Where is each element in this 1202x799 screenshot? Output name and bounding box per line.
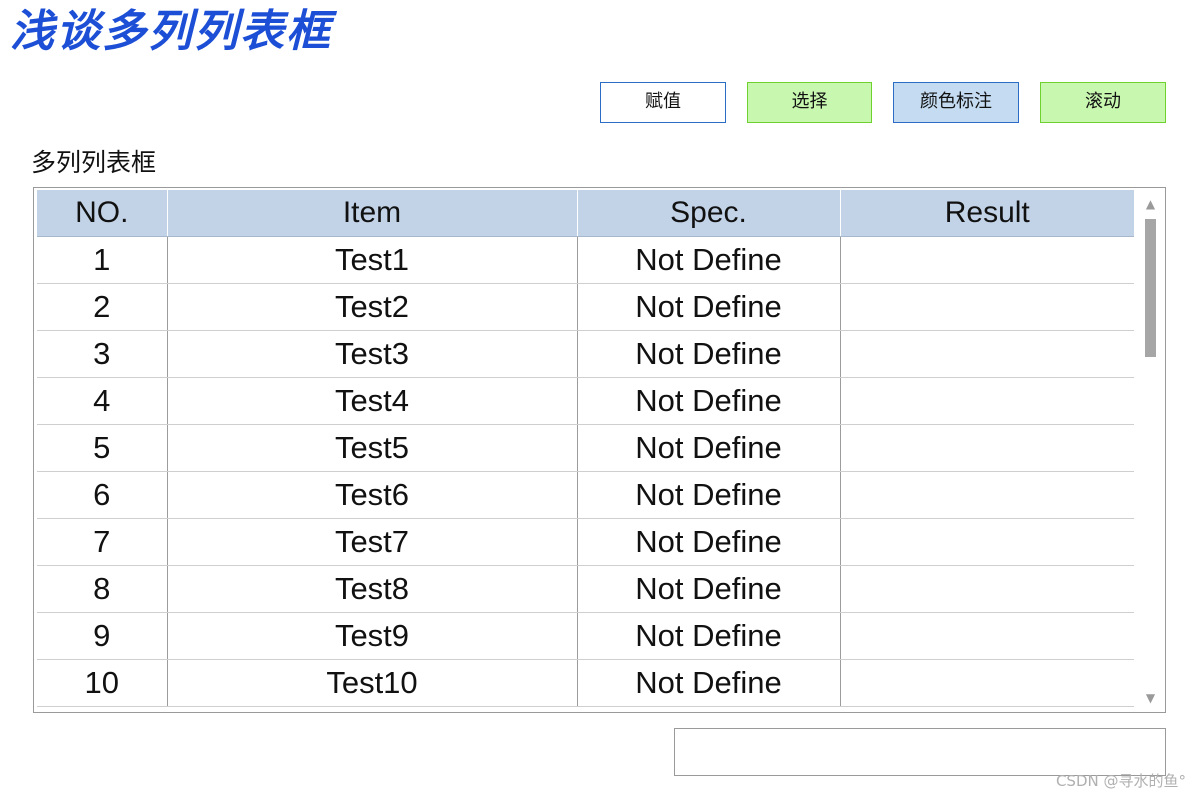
cell-no: 3 (37, 330, 168, 378)
select-button[interactable]: 选择 (747, 82, 872, 123)
header-row: NO. Item Spec. Result (37, 190, 1134, 237)
cell-result (840, 377, 1134, 425)
assign-button[interactable]: 赋值 (600, 82, 726, 123)
cell-item: Test1 (167, 236, 578, 284)
cell-item: Test3 (167, 330, 578, 378)
color-mark-button[interactable]: 颜色标注 (893, 82, 1019, 123)
cell-spec: Not Define (577, 283, 841, 331)
cell-result (840, 236, 1134, 284)
cell-spec: Not Define (577, 424, 841, 472)
cell-item: Test9 (167, 612, 578, 660)
cell-spec: Not Define (577, 471, 841, 519)
column-header-no[interactable]: NO. (37, 190, 168, 237)
cell-item: Test8 (167, 565, 578, 613)
table-row[interactable]: 2 Test2 Not Define (37, 283, 1134, 331)
cell-spec: Not Define (577, 565, 841, 613)
cell-no: 8 (37, 565, 168, 613)
cell-no: 1 (37, 236, 168, 284)
cell-no: 7 (37, 518, 168, 566)
vertical-scrollbar[interactable]: ▲ ▼ (1137, 189, 1164, 711)
cell-item: Test2 (167, 283, 578, 331)
table-row[interactable]: 4 Test4 Not Define (37, 377, 1134, 425)
cell-no: 10 (37, 659, 168, 707)
cell-result (840, 518, 1134, 566)
cell-spec: Not Define (577, 612, 841, 660)
page-title: 浅谈多列列表框 (10, 6, 332, 57)
scroll-button[interactable]: 滚动 (1040, 82, 1166, 123)
status-field[interactable] (674, 728, 1166, 776)
cell-spec: Not Define (577, 377, 841, 425)
cell-result (840, 612, 1134, 660)
cell-item: Test4 (167, 377, 578, 425)
triangle-down-icon[interactable]: ▼ (1137, 687, 1164, 709)
cell-no: 4 (37, 377, 168, 425)
cell-result (840, 330, 1134, 378)
cell-spec: Not Define (577, 330, 841, 378)
scrollbar-thumb[interactable] (1145, 219, 1156, 357)
listbox-label: 多列列表框 (31, 148, 157, 177)
multicolumn-listbox[interactable]: NO. Item Spec. Result 1 Test1 Not Define… (33, 187, 1166, 713)
front-panel: 浅谈多列列表框 赋值 选择 颜色标注 滚动 多列列表框 NO. Item Spe… (0, 0, 1202, 799)
table-row[interactable]: 8 Test8 Not Define (37, 565, 1134, 613)
watermark: CSDN @寻水的鱼° (1055, 772, 1186, 790)
table-row[interactable]: 6 Test6 Not Define (37, 471, 1134, 519)
table-row[interactable]: 7 Test7 Not Define (37, 518, 1134, 566)
column-header-result[interactable]: Result (840, 190, 1134, 237)
cell-result (840, 565, 1134, 613)
cell-no: 2 (37, 283, 168, 331)
cell-spec: Not Define (577, 236, 841, 284)
cell-item: Test7 (167, 518, 578, 566)
table-row[interactable]: 9 Test9 Not Define (37, 612, 1134, 660)
cell-result (840, 471, 1134, 519)
table-row[interactable]: 1 Test1 Not Define (37, 236, 1134, 284)
cell-no: 5 (37, 424, 168, 472)
column-header-spec[interactable]: Spec. (577, 190, 841, 237)
cell-result (840, 424, 1134, 472)
table-row[interactable]: 5 Test5 Not Define (37, 424, 1134, 472)
table-row[interactable]: 3 Test3 Not Define (37, 330, 1134, 378)
cell-result (840, 283, 1134, 331)
cell-item: Test10 (167, 659, 578, 707)
cell-spec: Not Define (577, 659, 841, 707)
cell-spec: Not Define (577, 518, 841, 566)
cell-result (840, 659, 1134, 707)
triangle-up-icon[interactable]: ▲ (1137, 193, 1164, 215)
cell-item: Test5 (167, 424, 578, 472)
cell-no: 9 (37, 612, 168, 660)
listbox-table: NO. Item Spec. Result 1 Test1 Not Define… (37, 190, 1134, 707)
cell-item: Test6 (167, 471, 578, 519)
table-row[interactable]: 10 Test10 Not Define (37, 659, 1134, 707)
cell-no: 6 (37, 471, 168, 519)
column-header-item[interactable]: Item (167, 190, 578, 237)
